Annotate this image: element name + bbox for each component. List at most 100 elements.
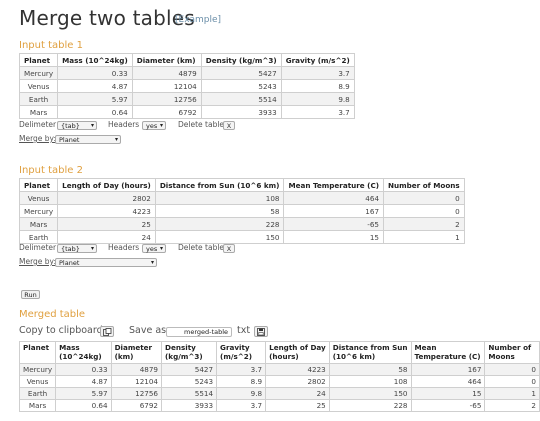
column-header: Gravity (m/s^2): [280, 53, 355, 67]
table-row: Mercury 4223 58 167 0: [18, 204, 465, 218]
input-table-1-title: Input table 1: [19, 40, 83, 51]
table-cell: Earth: [18, 387, 57, 400]
save-icon[interactable]: [254, 326, 268, 337]
headers-label: Headers: [108, 120, 140, 129]
table-cell: 2: [484, 399, 540, 412]
table-cell[interactable]: 4.87: [57, 79, 133, 93]
table-cell[interactable]: 4223: [57, 204, 156, 218]
run-button[interactable]: Run: [21, 290, 40, 299]
table-cell[interactable]: 12756: [131, 92, 202, 106]
copy-to-clipboard-label[interactable]: Copy to clipboard: [19, 325, 103, 336]
column-header-line: (km): [114, 351, 134, 361]
table-cell[interactable]: 3.7: [280, 105, 355, 119]
column-header-line: (kg/m^3): [165, 351, 203, 361]
table-cell[interactable]: 5.97: [57, 92, 133, 106]
table-cell[interactable]: 167: [283, 204, 385, 218]
table-header-row: Planet Mass (10^24kg) Diameter (km) Density…: [18, 53, 355, 67]
table-header-row: Planet Mass (10^24kg) Diameter (km) Density (k…: [18, 341, 540, 364]
delete-table-button-2[interactable]: X: [223, 244, 235, 253]
table-cell[interactable]: Venus: [18, 191, 59, 205]
table-cell: Mercury: [18, 363, 57, 376]
delete-table-button[interactable]: X: [223, 121, 235, 130]
table-cell[interactable]: 0: [383, 204, 465, 218]
table-cell: 464: [410, 375, 486, 388]
column-header-line: (hours): [269, 351, 299, 361]
column-header: Planet: [18, 53, 59, 67]
table-cell[interactable]: 2: [383, 217, 465, 231]
table-row: Earth 24 150 15 1: [18, 230, 465, 244]
headers-select-2[interactable]: yes ▾: [142, 244, 166, 253]
column-header-line: Moons: [488, 351, 515, 361]
delete-table-label: Delete table: [178, 120, 225, 129]
table-cell[interactable]: 25: [57, 217, 156, 231]
column-header-line: Temperature (C): [414, 351, 481, 361]
clipboard-icon[interactable]: [100, 326, 114, 337]
chevron-down-icon: ▾: [90, 245, 94, 252]
table-cell: 25: [265, 399, 330, 412]
column-header: Density (kg/m^3): [161, 341, 218, 364]
column-header: Diameter (km): [110, 341, 163, 364]
filename-input[interactable]: merged-table: [166, 327, 232, 337]
merge-by-value-2: Planet: [59, 259, 80, 267]
merge-by-label-2: Merge by:: [19, 257, 56, 266]
table-cell[interactable]: Earth: [18, 230, 59, 244]
table-cell: 5514: [161, 387, 218, 400]
table-cell: 5427: [161, 363, 218, 376]
table-cell[interactable]: 2802: [57, 191, 156, 205]
table-cell[interactable]: 0: [383, 191, 465, 205]
headers-select[interactable]: yes ▾: [142, 121, 166, 130]
example-link[interactable]: [Example]: [175, 15, 221, 25]
column-header: Density (kg/m^3): [200, 53, 282, 67]
table-row: Mars 0.64 6792 3933 3.7 25 228 -65 2: [18, 399, 540, 412]
table-cell[interactable]: 0.33: [57, 66, 133, 80]
table-cell[interactable]: Mars: [18, 105, 59, 119]
table-cell[interactable]: Venus: [18, 79, 59, 93]
extension-label: txt: [237, 325, 251, 336]
table-cell[interactable]: Mars: [18, 217, 59, 231]
column-header: Diameter (km): [131, 53, 202, 67]
table-cell[interactable]: 0.64: [57, 105, 133, 119]
table-cell[interactable]: 9.8: [280, 92, 355, 106]
table-cell[interactable]: 5514: [200, 92, 282, 106]
column-header: Length of Day (hours): [57, 178, 156, 192]
table-cell[interactable]: 3933: [200, 105, 282, 119]
table-cell[interactable]: 8.9: [280, 79, 355, 93]
table-cell: 9.8: [216, 387, 267, 400]
table-cell[interactable]: 464: [283, 191, 385, 205]
table-cell[interactable]: 108: [154, 191, 285, 205]
delimiter-select-2[interactable]: {tab} ▾: [57, 244, 97, 253]
chevron-down-icon: ▾: [114, 136, 118, 143]
headers-label-2: Headers: [108, 243, 140, 252]
table-cell[interactable]: 150: [154, 230, 285, 244]
table-cell[interactable]: -65: [283, 217, 385, 231]
delimiter-select[interactable]: {tab} ▾: [57, 121, 97, 130]
table-cell[interactable]: 1: [383, 230, 465, 244]
column-header-line: Planet: [23, 343, 50, 352]
merge-by-select-2[interactable]: Planet ▾: [55, 258, 157, 267]
table-cell: 1: [484, 387, 540, 400]
table-cell: 2802: [265, 375, 330, 388]
table-cell[interactable]: Mercury: [18, 66, 59, 80]
table-cell[interactable]: 15: [283, 230, 385, 244]
chevron-down-icon: ▾: [159, 245, 163, 252]
table-cell[interactable]: Earth: [18, 92, 59, 106]
table-header-row: Planet Length of Day (hours) Distance from…: [18, 178, 465, 192]
table-cell[interactable]: 5243: [200, 79, 282, 93]
delimiter-label-2: Delimeter: [19, 243, 57, 252]
table-cell[interactable]: 3.7: [280, 66, 355, 80]
table-cell[interactable]: 4879: [131, 66, 202, 80]
table-cell[interactable]: 5427: [200, 66, 282, 80]
table-cell[interactable]: 6792: [131, 105, 202, 119]
table-cell[interactable]: 12104: [131, 79, 202, 93]
table-cell: 12104: [110, 375, 163, 388]
merge-by-select[interactable]: Planet ▾: [55, 135, 121, 144]
table-cell[interactable]: Mercury: [18, 204, 59, 218]
column-header: Distance from Sun (10^6 km): [154, 178, 285, 192]
table-cell: 15: [410, 387, 486, 400]
table-row: Mercury 0.33 4879 5427 3.7: [18, 66, 355, 80]
column-header: Distance from Sun (10^6 km): [328, 341, 412, 364]
table-cell: 3933: [161, 399, 218, 412]
table-cell[interactable]: 24: [57, 230, 156, 244]
table-cell[interactable]: 228: [154, 217, 285, 231]
table-cell[interactable]: 58: [154, 204, 285, 218]
